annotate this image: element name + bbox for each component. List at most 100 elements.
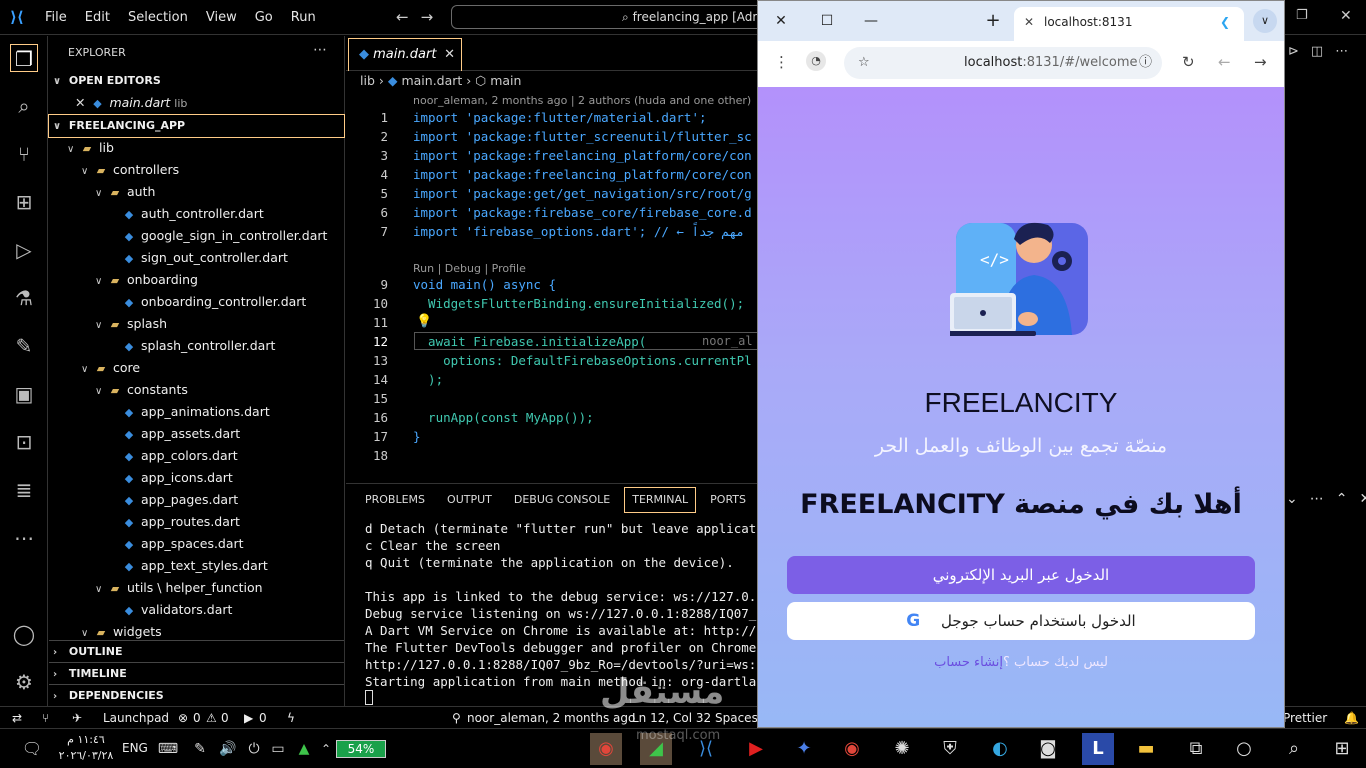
close-window-icon[interactable]: ✕ (1340, 8, 1352, 24)
code-line[interactable]: 16 runApp(const MyApp()); (346, 408, 758, 427)
file-item[interactable]: ◆ app_assets.dart (49, 423, 344, 445)
database-icon[interactable]: ≣ (10, 476, 38, 504)
git-blame-header[interactable]: noor_aleman, 2 months ago | 2 authors (h… (413, 94, 751, 107)
remote-explorer-icon[interactable]: ▣ (10, 380, 38, 408)
lightning-icon[interactable]: ϟ (287, 707, 295, 729)
folder-item[interactable]: ∨ ▰ onboarding (49, 269, 344, 291)
google-login-button[interactable]: G الدخول باستخدام حساب جوجل (787, 602, 1255, 640)
chevron-down-icon[interactable]: ⌄ (1286, 483, 1298, 515)
breadcrumb-item[interactable]: lib (360, 73, 375, 88)
split-editor-icon[interactable]: ◫ (1311, 44, 1323, 64)
edge-app-icon[interactable]: ◐ (984, 733, 1016, 765)
file-explorer-icon[interactable]: ▬ (1130, 733, 1162, 765)
menu-selection[interactable]: Selection (119, 0, 197, 35)
folder-item[interactable]: ∨ ▰ controllers (49, 159, 344, 181)
code-line[interactable]: 3 import 'package:freelancing_platform/co… (346, 146, 758, 165)
email-login-button[interactable]: الدخول عبر البريد الإلكتروني (787, 556, 1255, 594)
breadcrumb-item[interactable]: main (490, 73, 521, 88)
menu-edit[interactable]: Edit (76, 0, 119, 35)
file-item[interactable]: ◆ google_sign_in_controller.dart (49, 225, 344, 247)
file-item[interactable]: ◆ validators.dart (49, 599, 344, 621)
file-item[interactable]: ◆ onboarding_controller.dart (49, 291, 344, 313)
tab-ports[interactable]: PORTS (699, 484, 757, 516)
explorer-icon[interactable]: ❐ (10, 44, 38, 72)
file-item[interactable]: ◆ sign_out_controller.dart (49, 247, 344, 269)
run-icon[interactable]: ⊳ (1288, 44, 1299, 64)
browser-menu-icon[interactable]: ⋮ (774, 53, 789, 71)
source-control-icon[interactable]: ⑂ (10, 140, 38, 168)
tab-main-dart[interactable]: ◆ main.dart ✕ (348, 38, 462, 71)
more-actions-icon[interactable]: ⋯ (313, 42, 327, 58)
profile-avatar-icon[interactable]: ◔ (806, 51, 826, 71)
extensions-icon[interactable]: ⊞ (10, 188, 38, 216)
codelens-run-debug[interactable]: Run | Debug | Profile (413, 262, 526, 275)
info-icon[interactable]: ⓘ (1139, 47, 1152, 79)
file-item[interactable]: ◆ app_icons.dart (49, 467, 344, 489)
camera-app-icon[interactable]: ◙ (1032, 733, 1064, 765)
error-icon[interactable]: ⊗ (178, 707, 188, 729)
close-icon[interactable]: ✕ (1024, 7, 1034, 37)
battery-percentage[interactable]: 54% (336, 740, 386, 758)
code-line[interactable]: 7 import 'firebase_options.dart'; // ← مه… (346, 222, 758, 241)
close-icon[interactable]: ✕ (75, 95, 85, 110)
breadcrumb-item[interactable]: main.dart (401, 73, 462, 88)
folder-item[interactable]: ∨ ▰ splash (49, 313, 344, 335)
code-line[interactable]: 17} (346, 427, 758, 446)
tab-output[interactable]: OUTPUT (436, 484, 503, 516)
code-line[interactable]: 13 options: DefaultFirebaseOptions.curre… (346, 351, 758, 370)
code-line[interactable]: 5 import 'package:get/get_navigation/src/… (346, 184, 758, 203)
code-line[interactable]: 1 import 'package:flutter/material.dart'; (346, 108, 758, 127)
file-item[interactable]: ◆ app_colors.dart (49, 445, 344, 467)
windows-start-icon[interactable]: ⊞ (1326, 733, 1358, 765)
file-item[interactable]: ◆ app_text_styles.dart (49, 555, 344, 577)
open-editor-item[interactable]: ✕ ◆ main.dart lib (49, 92, 344, 114)
file-item[interactable]: ◆ auth_controller.dart (49, 203, 344, 225)
signup-link[interactable]: إنشاء حساب (934, 655, 1003, 670)
code-line[interactable]: 15 (346, 389, 758, 408)
menu-file[interactable]: File (36, 0, 76, 35)
chatgpt-app-icon[interactable]: ✺ (886, 733, 918, 765)
more-icon[interactable]: ⋯ (1335, 44, 1348, 64)
restore-window-icon[interactable]: ❐ (1296, 8, 1308, 23)
close-window-icon[interactable]: ✕ (758, 1, 804, 41)
more-icon[interactable]: ⋯ (10, 524, 38, 552)
more-icon[interactable]: ⋯ (1310, 483, 1324, 515)
code-line[interactable]: 4 import 'package:freelancing_platform/co… (346, 165, 758, 184)
open-editors-section[interactable]: ∨ OPEN EDITORS (49, 70, 344, 92)
tab-debug-console[interactable]: DEBUG CONSOLE (503, 484, 621, 516)
gear-icon[interactable]: ⚙ (10, 668, 38, 696)
code-line[interactable]: 14 ); (346, 370, 758, 389)
file-item[interactable]: ◆ app_spaces.dart (49, 533, 344, 555)
address-bar[interactable]: ☆ localhost:8131/#/welcome ⓘ (844, 47, 1162, 79)
app-icon[interactable]: ✦ (788, 733, 820, 765)
pen-icon[interactable]: ✎ (10, 332, 38, 360)
tab-terminal[interactable]: TERMINAL (621, 484, 699, 516)
run-debug-icon[interactable]: ▷ (10, 236, 38, 264)
language-indicator[interactable]: ENG (122, 741, 148, 755)
outline-section[interactable]: › OUTLINE (49, 640, 344, 662)
menu-run[interactable]: Run (282, 0, 325, 35)
tab-problems[interactable]: PROBLEMS (354, 484, 436, 516)
code-line[interactable]: 6 import 'package:firebase_core/firebase_… (346, 203, 758, 222)
security-app-icon[interactable]: ⛨ (934, 733, 966, 765)
command-center[interactable]: ⌕ freelancing_app [Adm (451, 5, 771, 29)
project-root-section[interactable]: ∨ FREELANCING_APP (48, 114, 345, 138)
menu-view[interactable]: View (197, 0, 246, 35)
folder-item[interactable]: ∨ ▰ auth (49, 181, 344, 203)
maximize-panel-icon[interactable]: ⌃ (1336, 483, 1348, 515)
lightbulb-icon[interactable]: 💡 (416, 314, 432, 329)
code-line[interactable]: 2 import 'package:flutter_screenutil/flut… (346, 127, 758, 146)
file-item[interactable]: ◆ app_animations.dart (49, 401, 344, 423)
prettier-status[interactable]: Prettier (1283, 707, 1327, 729)
ports-icon[interactable]: ▶ (244, 707, 253, 729)
timeline-section[interactable]: › TIMELINE (49, 662, 344, 684)
search-icon[interactable]: ⌕ (10, 92, 38, 120)
star-icon[interactable]: ☆ (858, 47, 870, 79)
launchpad-label[interactable]: Launchpad (103, 707, 169, 729)
keyboard-icon[interactable]: ⌨ (152, 733, 184, 765)
task-view-icon[interactable]: ⧉ (1180, 733, 1212, 765)
file-item[interactable]: ◆ splash_controller.dart (49, 335, 344, 357)
maximize-window-icon[interactable]: ☐ (804, 1, 850, 41)
chrome-app-icon[interactable]: ◉ (836, 733, 868, 765)
folder-item[interactable]: ∨ ▰ utils \ helper_function (49, 577, 344, 599)
